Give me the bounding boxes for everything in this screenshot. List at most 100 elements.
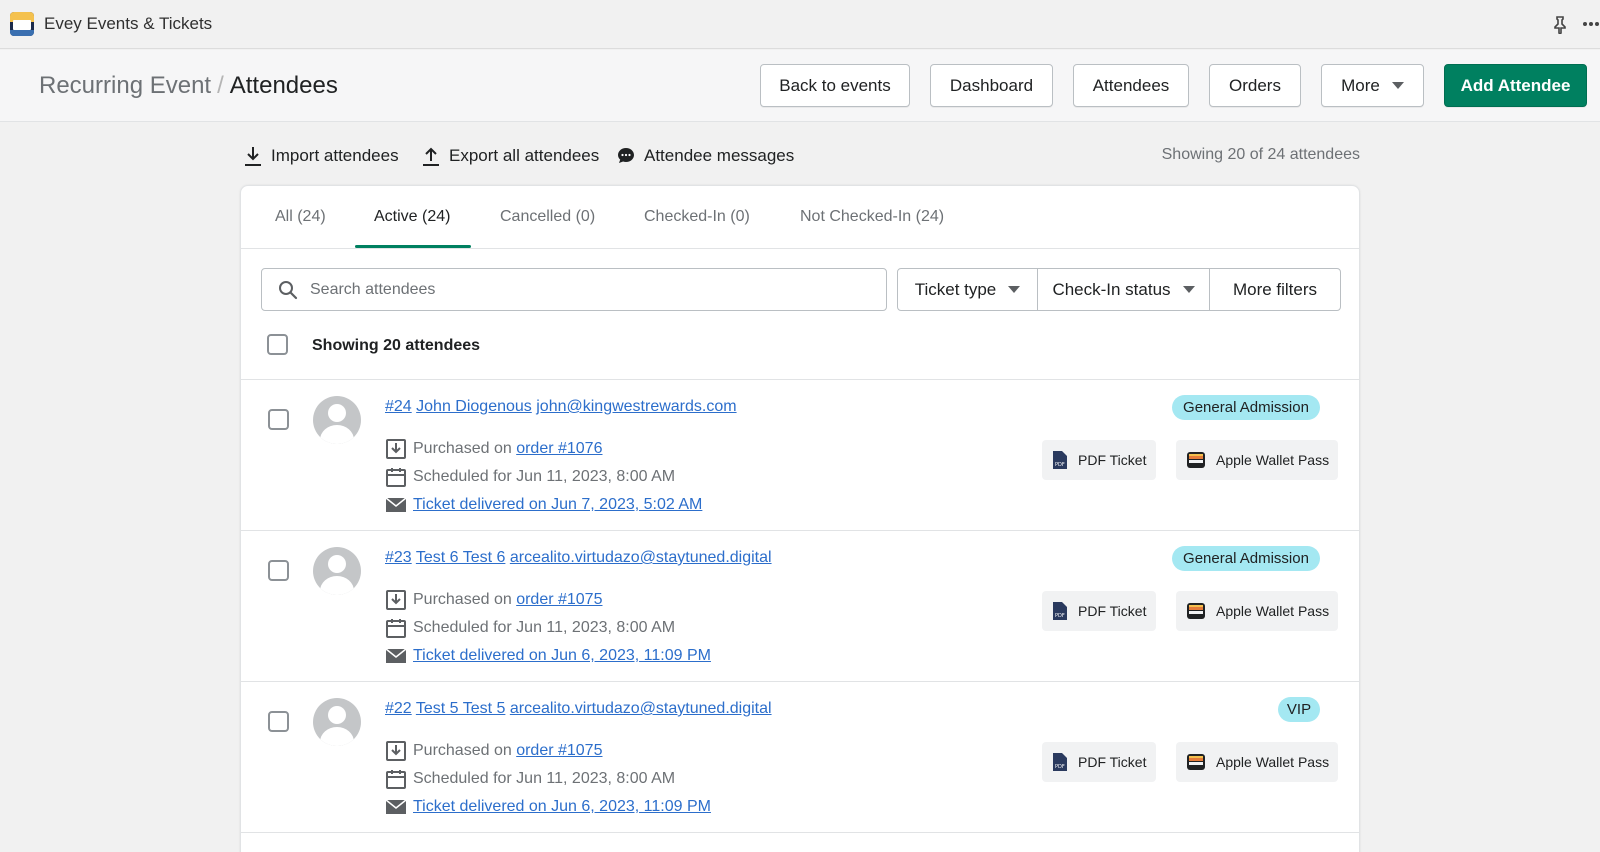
purchased-prefix: Purchased on — [413, 440, 512, 457]
download-icon — [245, 147, 261, 166]
app-title: Evey Events & Tickets — [44, 14, 213, 33]
order-link[interactable]: order #1076 — [516, 440, 602, 458]
delivery-info: Ticket delivered on Jun 7, 2023, 5:02 AM — [385, 493, 702, 517]
more-filters-label: More filters — [1232, 279, 1318, 299]
page-title: Attendees — [229, 72, 338, 99]
caret-down-icon — [1391, 82, 1404, 89]
row-checkbox[interactable] — [268, 711, 289, 732]
orders-label: Orders — [1229, 75, 1281, 95]
attendee-title: #24 John Diogenous john@kingwestrewards.… — [385, 398, 737, 416]
apple-wallet-label: Apple Wallet Pass — [1216, 603, 1330, 619]
app-bar: Evey Events & Tickets — [0, 0, 1600, 49]
pdf-file-icon: PDF — [1053, 753, 1067, 771]
search-icon — [279, 281, 298, 300]
more-dots-icon[interactable] — [1582, 14, 1600, 34]
apple-wallet-button[interactable]: Apple Wallet Pass — [1176, 440, 1338, 480]
attendee-row: #23 Test 6 Test 6 arcealito.virtudazo@st… — [241, 530, 1359, 685]
attendee-email-link[interactable]: john@kingwestrewards.com — [536, 398, 736, 415]
delivered-link[interactable]: Ticket delivered on Jun 6, 2023, 11:09 P… — [413, 647, 711, 665]
envelope-icon — [385, 799, 407, 814]
envelope-icon — [385, 648, 407, 663]
wallet-icon — [1187, 452, 1205, 468]
breadcrumb: Recurring Event / Attendees — [39, 72, 338, 100]
caret-down-icon — [1182, 286, 1195, 293]
apple-wallet-label: Apple Wallet Pass — [1216, 452, 1330, 468]
back-to-events-label: Back to events — [779, 75, 891, 95]
purchased-prefix: Purchased on — [413, 591, 512, 608]
evey-logo-icon — [10, 12, 34, 36]
tab-cancelled[interactable]: Cancelled (0) — [500, 208, 595, 226]
active-tab-indicator — [355, 245, 471, 248]
export-attendees-label: Export all attendees — [449, 146, 600, 165]
attendee-messages-label: Attendee messages — [644, 146, 795, 165]
search-input[interactable] — [310, 278, 870, 302]
purchase-info: Purchased on order #1075 — [385, 588, 602, 612]
attendee-number-link[interactable]: #22 — [385, 700, 412, 717]
attendee-name-link[interactable]: John Diogenous — [416, 398, 532, 415]
attendees-card: All (24) Active (24) Cancelled (0) Check… — [240, 185, 1360, 852]
scheduled-text: Scheduled for Jun 11, 2023, 8:00 AM — [413, 770, 676, 787]
attendee-number-link[interactable]: #24 — [385, 398, 412, 415]
delivered-link[interactable]: Ticket delivered on Jun 7, 2023, 5:02 AM — [413, 496, 702, 514]
attendee-number-link[interactable]: #23 — [385, 549, 412, 566]
order-link[interactable]: order #1075 — [516, 742, 602, 760]
attendee-messages-link[interactable]: Attendee messages — [616, 143, 794, 169]
add-attendee-button[interactable]: Add Attendee — [1444, 64, 1587, 107]
row-checkbox[interactable] — [268, 409, 289, 430]
svg-text:PDF: PDF — [1055, 764, 1065, 770]
download-box-icon — [386, 590, 406, 610]
orders-button[interactable]: Orders — [1209, 64, 1301, 107]
more-button[interactable]: More — [1321, 64, 1424, 107]
purchase-info: Purchased on order #1075 — [385, 739, 602, 763]
attendee-name-link[interactable]: Test 5 Test 5 — [416, 700, 506, 717]
pdf-ticket-button[interactable]: PDF PDF Ticket — [1042, 742, 1156, 782]
tab-all[interactable]: All (24) — [275, 208, 326, 226]
order-link[interactable]: order #1075 — [516, 591, 602, 609]
delivery-info: Ticket delivered on Jun 6, 2023, 11:09 P… — [385, 644, 711, 668]
row-checkbox[interactable] — [268, 560, 289, 581]
import-attendees-link[interactable]: Import attendees — [243, 143, 399, 169]
filter-group: Ticket type Check-In status More filters — [897, 268, 1341, 311]
ticket-type-badge: General Admission — [1172, 395, 1320, 420]
pdf-ticket-button[interactable]: PDF PDF Ticket — [1042, 591, 1156, 631]
pdf-ticket-label: PDF Ticket — [1078, 754, 1147, 770]
attendee-tabs: All (24) Active (24) Cancelled (0) Check… — [241, 186, 1359, 249]
svg-text:PDF: PDF — [1055, 462, 1065, 468]
export-attendees-link[interactable]: Export all attendees — [421, 143, 599, 169]
attendee-email-link[interactable]: arcealito.virtudazo@staytuned.digital — [510, 700, 772, 717]
apple-wallet-button[interactable]: Apple Wallet Pass — [1176, 591, 1338, 631]
wallet-icon — [1187, 754, 1205, 770]
attendees-label: Attendees — [1092, 75, 1170, 95]
ticket-type-filter[interactable]: Ticket type — [898, 269, 1038, 310]
tab-checked-in[interactable]: Checked-In (0) — [644, 208, 750, 226]
showing-attendees-label: Showing 20 attendees — [312, 337, 481, 354]
attendees-button[interactable]: Attendees — [1073, 64, 1189, 107]
upload-icon — [423, 147, 439, 166]
pdf-ticket-button[interactable]: PDF PDF Ticket — [1042, 440, 1156, 480]
checkin-status-label: Check-In status — [1052, 279, 1171, 299]
search-field[interactable] — [261, 268, 887, 311]
tab-active[interactable]: Active (24) — [374, 208, 450, 226]
attendee-name-link[interactable]: Test 6 Test 6 — [416, 549, 506, 566]
breadcrumb-parent[interactable]: Recurring Event — [39, 72, 211, 99]
pdf-ticket-label: PDF Ticket — [1078, 603, 1147, 619]
showing-total-count: Showing 20 of 24 attendees — [1161, 146, 1360, 163]
pdf-file-icon: PDF — [1053, 451, 1067, 469]
select-all-checkbox[interactable] — [267, 334, 288, 355]
attendee-row — [241, 832, 1359, 852]
dashboard-button[interactable]: Dashboard — [930, 64, 1053, 107]
import-attendees-label: Import attendees — [271, 146, 399, 165]
back-to-events-button[interactable]: Back to events — [760, 64, 910, 107]
tab-not-checked-in[interactable]: Not Checked-In (24) — [800, 208, 944, 226]
download-box-icon — [386, 741, 406, 761]
checkin-status-filter[interactable]: Check-In status — [1038, 269, 1210, 310]
attendee-email-link[interactable]: arcealito.virtudazo@staytuned.digital — [510, 549, 772, 566]
pin-icon[interactable] — [1550, 14, 1570, 34]
delivery-info: Ticket delivered on Jun 6, 2023, 11:09 P… — [385, 795, 711, 819]
delivered-link[interactable]: Ticket delivered on Jun 6, 2023, 11:09 P… — [413, 798, 711, 816]
schedule-info: Scheduled for Jun 11, 2023, 8:00 AM — [385, 465, 675, 489]
more-filters-button[interactable]: More filters — [1210, 269, 1340, 310]
pdf-file-icon: PDF — [1053, 602, 1067, 620]
dashboard-label: Dashboard — [949, 75, 1034, 95]
apple-wallet-button[interactable]: Apple Wallet Pass — [1176, 742, 1338, 782]
